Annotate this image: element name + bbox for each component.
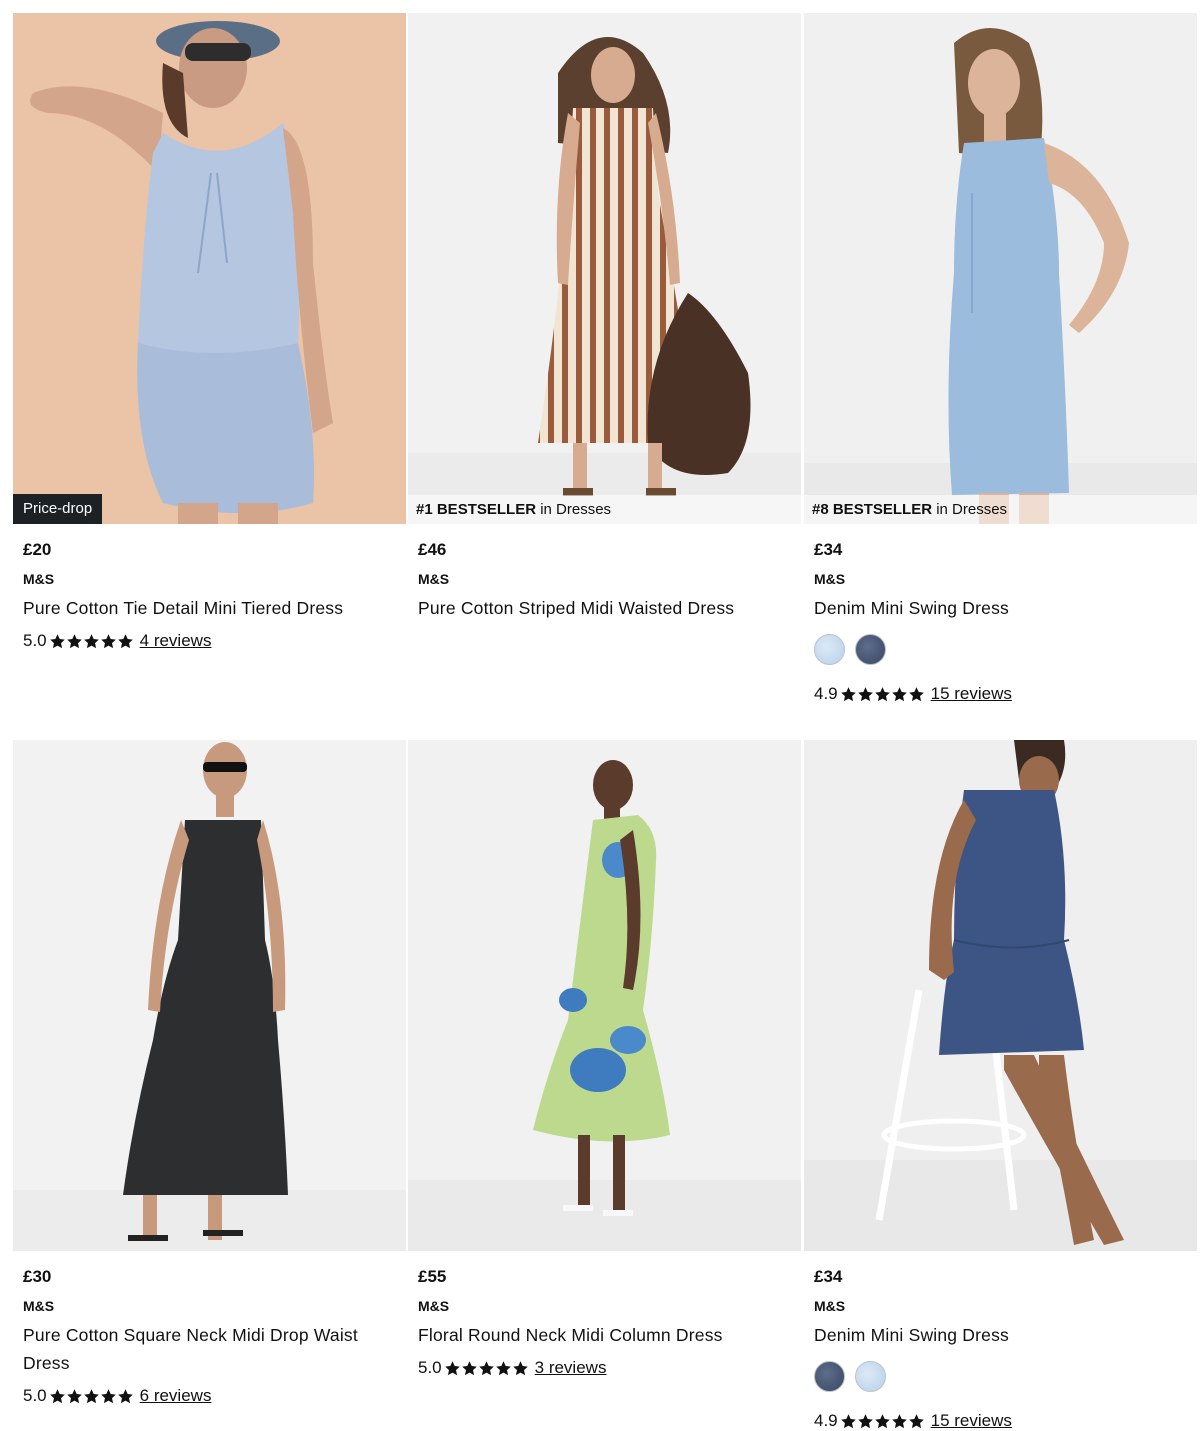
- product-image[interactable]: [13, 740, 406, 1251]
- star-icon: [83, 1388, 100, 1405]
- bestseller-category: in Dresses: [936, 501, 1008, 518]
- bestseller-rank: #8 BESTSELLER: [812, 501, 933, 518]
- rating-stars: [49, 633, 134, 650]
- star-icon: [83, 633, 100, 650]
- star-icon: [117, 633, 134, 650]
- reviews-link[interactable]: 3 reviews: [535, 1358, 607, 1378]
- product-card[interactable]: £30 M&S Pure Cotton Square Neck Midi Dro…: [13, 740, 406, 1407]
- bestseller-rank: #1 BESTSELLER: [416, 501, 537, 518]
- swatch-dark-denim[interactable]: [814, 1361, 845, 1392]
- colour-swatches: [814, 1361, 1187, 1392]
- rating-score: 5.0: [418, 1358, 442, 1377]
- product-brand: M&S: [814, 1298, 846, 1314]
- product-price: £30: [23, 1267, 52, 1286]
- star-icon: [49, 633, 66, 650]
- star-icon: [478, 1360, 495, 1377]
- reviews-link[interactable]: 4 reviews: [140, 631, 212, 651]
- product-card[interactable]: £34 M&S Denim Mini Swing Dress 4.9 15 re…: [804, 740, 1197, 1431]
- product-name[interactable]: Floral Round Neck Midi Column Dress: [418, 1321, 791, 1349]
- reviews-link[interactable]: 15 reviews: [931, 684, 1012, 704]
- product-image[interactable]: [408, 740, 801, 1251]
- product-card[interactable]: £55 M&S Floral Round Neck Midi Column Dr…: [408, 740, 801, 1379]
- swatch-light-denim[interactable]: [814, 634, 845, 665]
- product-card[interactable]: Price-drop £20 M&S Pure Cotton Tie Detai…: [13, 13, 406, 652]
- bestseller-banner: #1 BESTSELLER in Dresses: [408, 495, 801, 524]
- product-brand: M&S: [418, 1298, 450, 1314]
- product-rating: 5.0 3 reviews: [418, 1357, 791, 1379]
- product-info: £34 M&S Denim Mini Swing Dress 4.9 15 re…: [804, 1267, 1197, 1431]
- product-name[interactable]: Denim Mini Swing Dress: [814, 594, 1187, 622]
- star-icon: [891, 1413, 908, 1430]
- product-rating: 5.0 6 reviews: [23, 1385, 396, 1407]
- star-icon: [857, 686, 874, 703]
- product-price: £20: [23, 540, 52, 559]
- star-icon: [908, 1413, 925, 1430]
- star-icon: [857, 1413, 874, 1430]
- rating-score: 4.9: [814, 684, 838, 703]
- product-grid: Price-drop £20 M&S Pure Cotton Tie Detai…: [0, 0, 1200, 1431]
- rating-score: 5.0: [23, 631, 47, 650]
- swatch-dark-denim[interactable]: [855, 634, 886, 665]
- rating-score: 5.0: [23, 1386, 47, 1405]
- product-rating: 4.9 15 reviews: [814, 1410, 1187, 1431]
- star-icon: [908, 686, 925, 703]
- bestseller-category: in Dresses: [540, 501, 612, 518]
- product-rating: 5.0 4 reviews: [23, 630, 396, 652]
- star-icon: [100, 1388, 117, 1405]
- product-name[interactable]: Pure Cotton Tie Detail Mini Tiered Dress: [23, 594, 396, 622]
- product-card[interactable]: #8 BESTSELLER in Dresses £34 M&S Denim M…: [804, 13, 1197, 705]
- product-name[interactable]: Denim Mini Swing Dress: [814, 1321, 1187, 1349]
- star-icon: [874, 686, 891, 703]
- star-icon: [874, 1413, 891, 1430]
- star-icon: [66, 633, 83, 650]
- product-image[interactable]: #8 BESTSELLER in Dresses: [804, 13, 1197, 524]
- star-icon: [444, 1360, 461, 1377]
- star-icon: [117, 1388, 134, 1405]
- star-icon: [495, 1360, 512, 1377]
- reviews-link[interactable]: 6 reviews: [140, 1386, 212, 1406]
- rating-stars: [840, 1413, 925, 1430]
- star-icon: [891, 686, 908, 703]
- product-info: £34 M&S Denim Mini Swing Dress 4.9 15 re…: [804, 540, 1197, 705]
- star-icon: [461, 1360, 478, 1377]
- product-info: £20 M&S Pure Cotton Tie Detail Mini Tier…: [13, 540, 406, 652]
- swatch-light-denim[interactable]: [855, 1361, 886, 1392]
- colour-swatches: [814, 634, 1187, 665]
- product-brand: M&S: [23, 571, 55, 587]
- product-brand: M&S: [23, 1298, 55, 1314]
- product-name[interactable]: Pure Cotton Square Neck Midi Drop Waist …: [23, 1321, 396, 1377]
- product-brand: M&S: [418, 571, 450, 587]
- product-card[interactable]: #1 BESTSELLER in Dresses £46 M&S Pure Co…: [408, 13, 801, 622]
- rating-stars: [49, 1388, 134, 1405]
- product-rating: 4.9 15 reviews: [814, 683, 1187, 705]
- star-icon: [512, 1360, 529, 1377]
- product-price: £34: [814, 1267, 843, 1286]
- product-name[interactable]: Pure Cotton Striped Midi Waisted Dress: [418, 594, 791, 622]
- rating-stars: [444, 1360, 529, 1377]
- star-icon: [840, 686, 857, 703]
- product-price: £46: [418, 540, 447, 559]
- product-info: £55 M&S Floral Round Neck Midi Column Dr…: [408, 1267, 801, 1379]
- bestseller-banner: #8 BESTSELLER in Dresses: [804, 495, 1197, 524]
- product-info: £46 M&S Pure Cotton Striped Midi Waisted…: [408, 540, 801, 622]
- price-drop-badge: Price-drop: [13, 494, 103, 524]
- reviews-link[interactable]: 15 reviews: [931, 1411, 1012, 1431]
- rating-stars: [840, 686, 925, 703]
- star-icon: [840, 1413, 857, 1430]
- product-price: £55: [418, 1267, 447, 1286]
- product-price: £34: [814, 540, 843, 559]
- product-image[interactable]: [804, 740, 1197, 1251]
- product-image[interactable]: Price-drop: [13, 13, 406, 524]
- star-icon: [66, 1388, 83, 1405]
- product-image[interactable]: #1 BESTSELLER in Dresses: [408, 13, 801, 524]
- product-brand: M&S: [814, 571, 846, 587]
- product-info: £30 M&S Pure Cotton Square Neck Midi Dro…: [13, 1267, 406, 1407]
- rating-score: 4.9: [814, 1411, 838, 1430]
- star-icon: [49, 1388, 66, 1405]
- star-icon: [100, 633, 117, 650]
